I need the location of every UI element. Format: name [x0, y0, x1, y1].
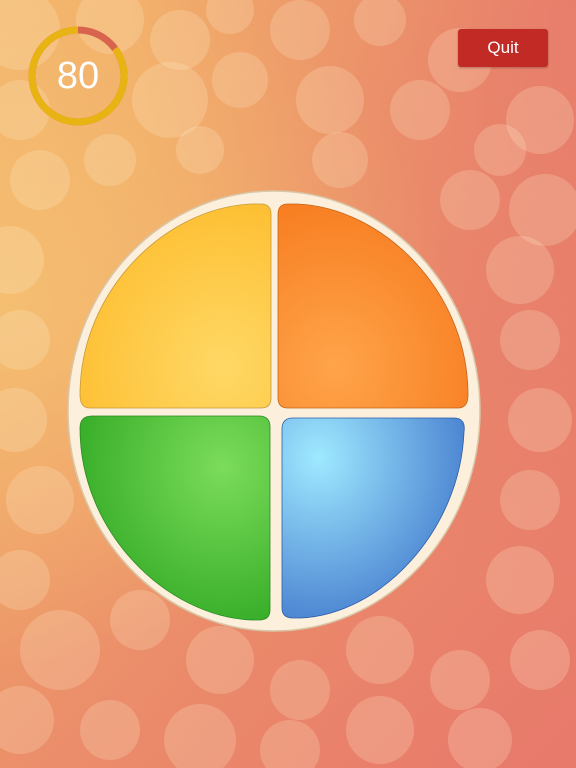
bokeh-dot: [312, 132, 368, 188]
bokeh-dot: [6, 466, 74, 534]
bokeh-dot: [430, 650, 490, 710]
bokeh-dot: [486, 236, 554, 304]
countdown-timer: 80: [26, 24, 130, 128]
game-board: [66, 190, 482, 632]
bokeh-dot: [150, 10, 210, 70]
timer-value: 80: [56, 55, 100, 97]
bokeh-dot: [508, 388, 572, 452]
bokeh-dot: [448, 708, 512, 768]
bokeh-dot: [270, 660, 330, 720]
orange-pad[interactable]: [277, 203, 469, 409]
bokeh-dot: [176, 126, 224, 174]
bokeh-dot: [296, 66, 364, 134]
yellow-pad[interactable]: [79, 203, 272, 409]
board-rim: [67, 190, 481, 632]
quit-button[interactable]: Quit: [458, 29, 548, 67]
bokeh-dot: [500, 470, 560, 530]
bokeh-dot: [80, 700, 140, 760]
bokeh-dot: [390, 80, 450, 140]
bokeh-dot: [346, 696, 414, 764]
blue-pad[interactable]: [281, 417, 465, 619]
bokeh-dot: [486, 546, 554, 614]
bokeh-dot: [212, 52, 268, 108]
bokeh-dot: [164, 704, 236, 768]
green-pad[interactable]: [79, 415, 271, 621]
bokeh-dot: [10, 150, 70, 210]
bokeh-dot: [270, 0, 330, 60]
bokeh-dot: [84, 134, 136, 186]
bokeh-dot: [474, 124, 526, 176]
bokeh-dot: [186, 626, 254, 694]
bokeh-dot: [500, 310, 560, 370]
bokeh-dot: [510, 630, 570, 690]
